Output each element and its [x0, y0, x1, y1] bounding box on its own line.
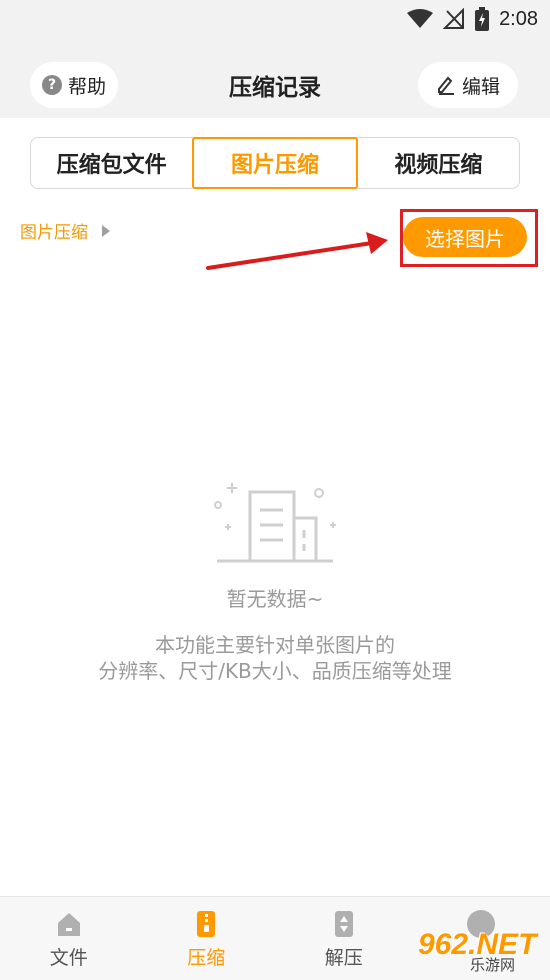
battery-charging-icon [475, 7, 489, 31]
edit-button[interactable]: 编辑 [418, 62, 518, 108]
pencil-icon [436, 75, 456, 95]
nav-label-files: 文件 [50, 943, 88, 970]
empty-state-title: 暂无数据~ [0, 583, 550, 612]
status-bar: 2:08 [0, 0, 550, 38]
nav-label-unzip: 解压 [325, 943, 363, 970]
breadcrumb[interactable]: 图片压缩 [20, 218, 110, 243]
watermark-site-name: 乐游网 [470, 954, 515, 975]
nav-item-unzip[interactable]: 解压 [275, 897, 413, 980]
tab-archive-files[interactable]: 压缩包文件 [31, 138, 192, 188]
tab-video-compress[interactable]: 视频压缩 [358, 138, 519, 188]
empty-state-description: 本功能主要针对单张图片的 分辨率、尺寸/KB大小、品质压缩等处理 [0, 632, 550, 684]
home-icon [54, 909, 84, 939]
edit-label: 编辑 [462, 72, 500, 99]
wifi-icon [407, 9, 433, 29]
signal-off-icon [443, 8, 465, 30]
category-tabs: 压缩包文件 图片压缩 视频压缩 [30, 137, 520, 189]
status-icons: 2:08 [407, 6, 538, 32]
description-line-2: 分辨率、尺寸/KB大小、品质压缩等处理 [0, 658, 550, 684]
chevron-right-icon [102, 225, 110, 237]
empty-building-icon [205, 475, 345, 570]
status-time: 2:08 [499, 8, 538, 31]
zip-icon [191, 909, 221, 939]
unzip-icon [329, 909, 359, 939]
nav-label-compress: 压缩 [187, 943, 225, 970]
tab-image-compress[interactable]: 图片压缩 [192, 137, 357, 189]
select-image-button[interactable]: 选择图片 [403, 217, 527, 257]
description-line-1: 本功能主要针对单张图片的 [0, 632, 550, 658]
breadcrumb-label: 图片压缩 [20, 218, 88, 243]
nav-item-compress[interactable]: 压缩 [138, 897, 276, 980]
site-watermark: 962.NET 乐游网 [418, 930, 543, 975]
nav-item-files[interactable]: 文件 [0, 897, 138, 980]
